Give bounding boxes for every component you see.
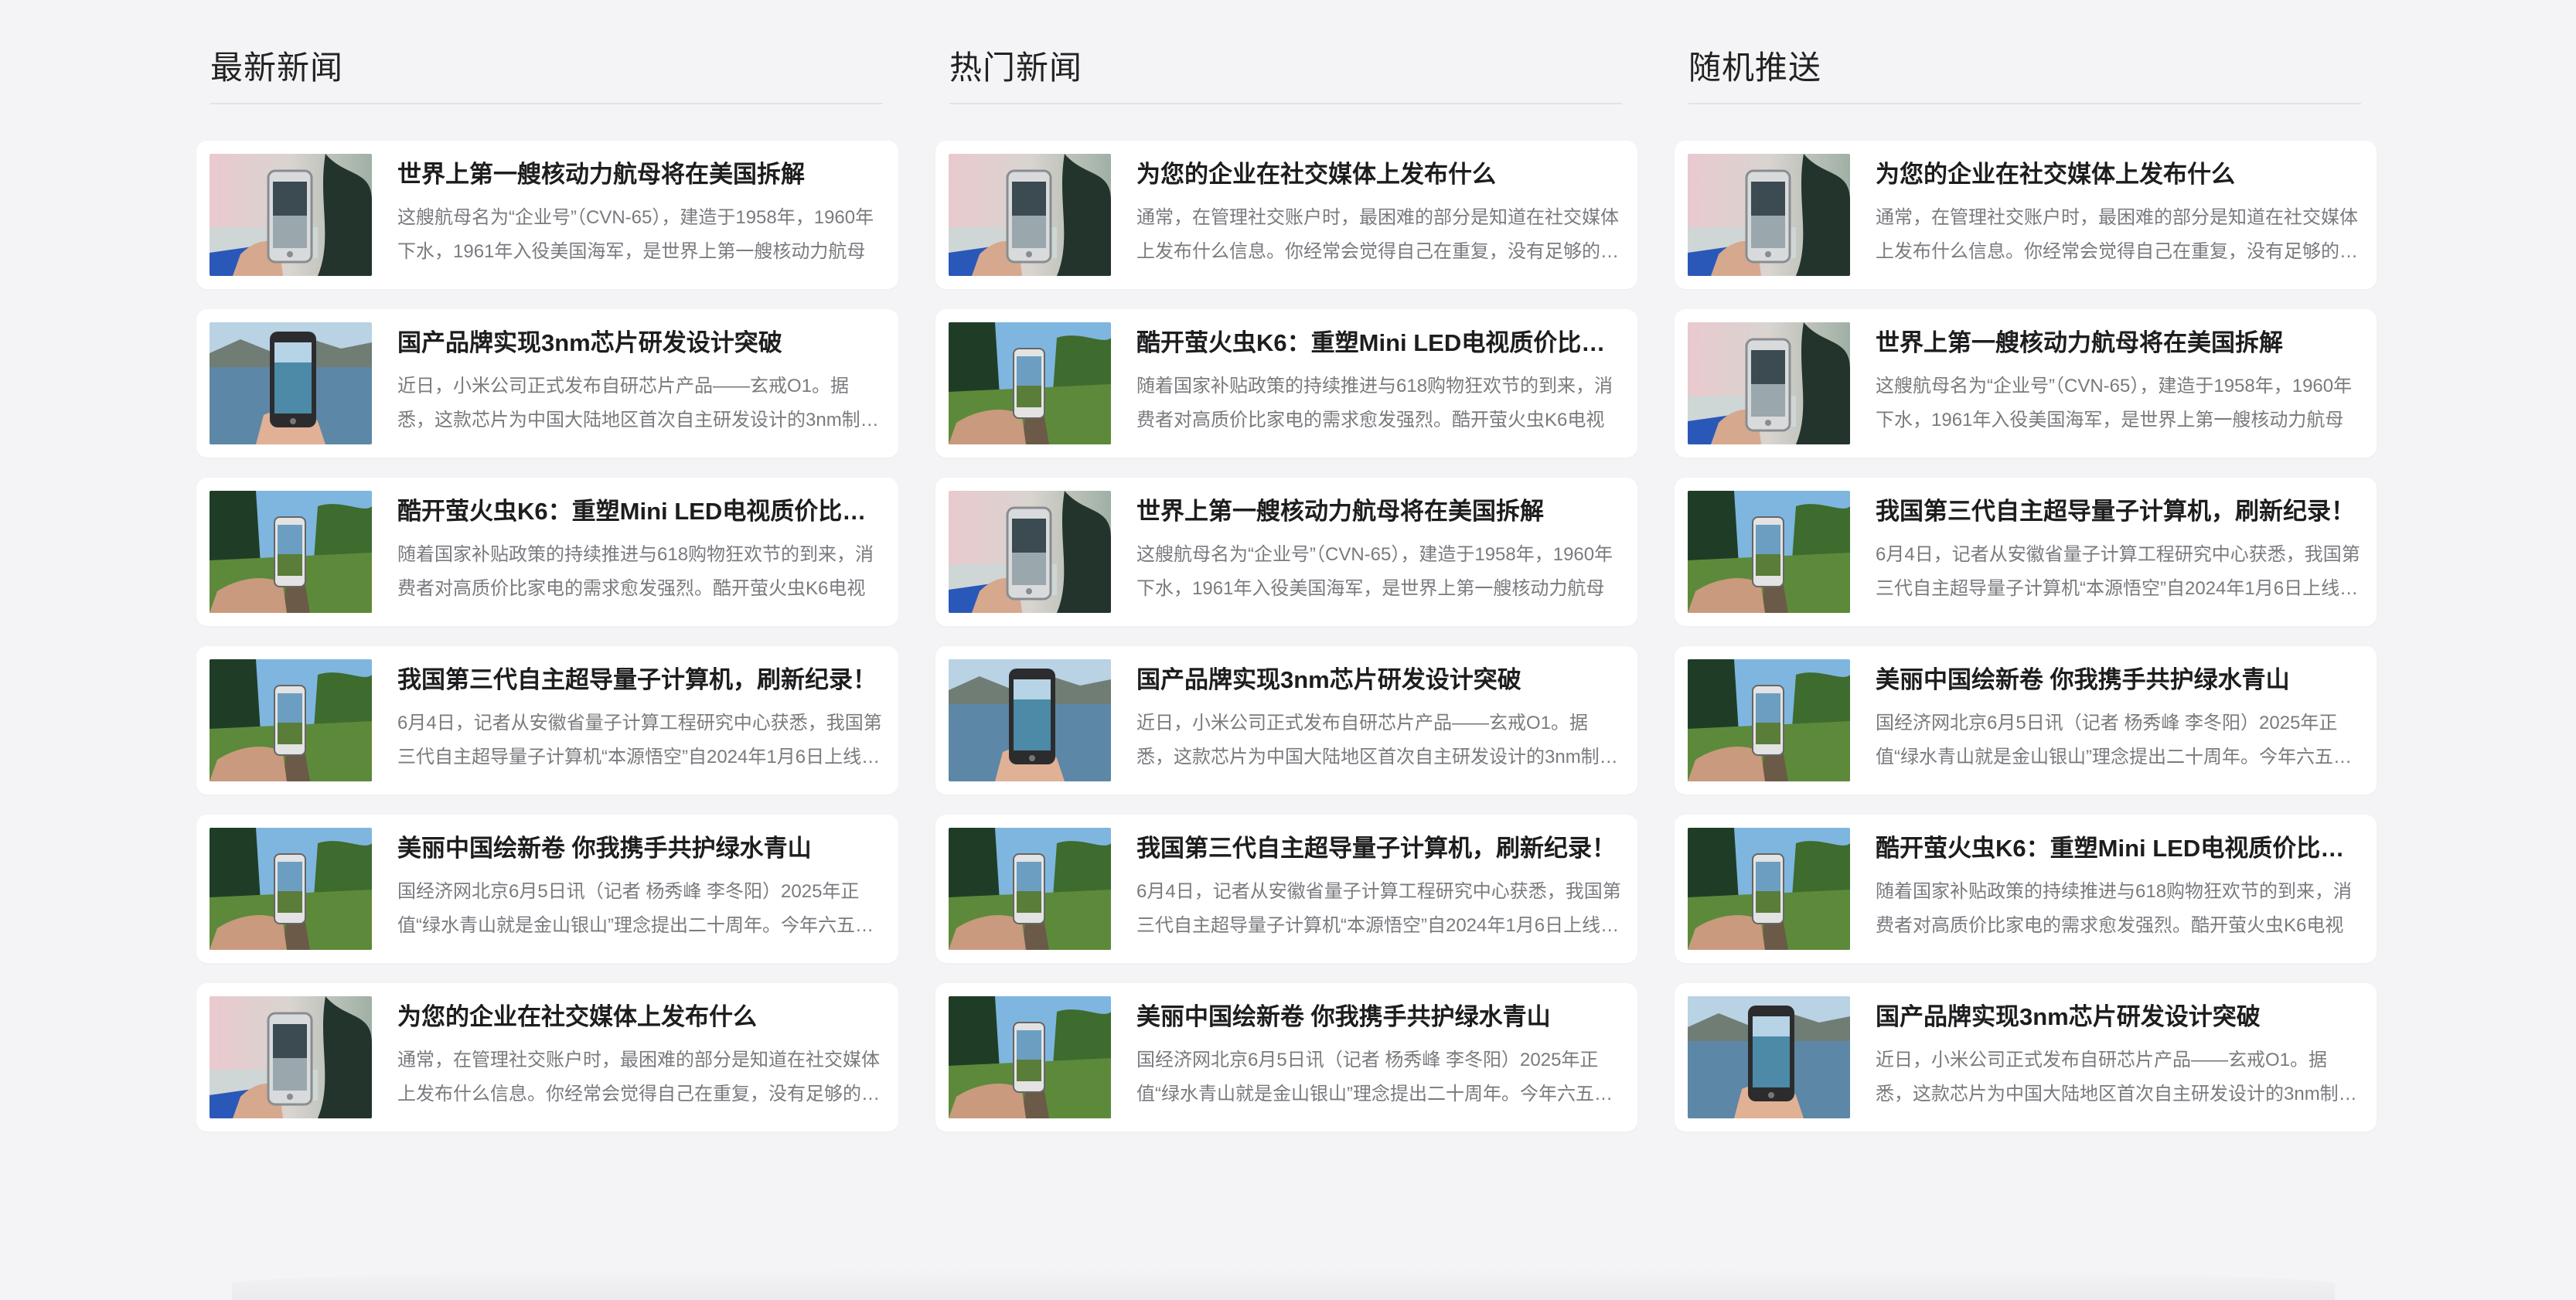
news-card[interactable]: 世界上第一艘核动力航母将在美国拆解 这艘航母名为“企业号”（CVN-65），建造… bbox=[1675, 309, 2377, 458]
news-thumbnail[interactable] bbox=[1688, 491, 1850, 613]
news-title[interactable]: 我国第三代自主超导量子计算机，刷新纪录！ bbox=[397, 663, 877, 697]
news-title[interactable]: 美丽中国绘新卷 你我携手共护绿水青山 bbox=[397, 832, 877, 866]
news-thumbnail[interactable] bbox=[1688, 659, 1850, 781]
news-title[interactable]: 酷开萤火虫K6：重塑Mini LED电视质价比新标杆 bbox=[1136, 326, 1616, 360]
column-title: 热门新闻 bbox=[949, 49, 1083, 86]
news-title[interactable]: 为您的企业在社交媒体上发布什么 bbox=[1136, 158, 1616, 192]
news-card[interactable]: 酷开萤火虫K6：重塑Mini LED电视质价比新标杆 随着国家补贴政策的持续推进… bbox=[935, 309, 1637, 458]
news-title[interactable]: 国产品牌实现3nm芯片研发设计突破 bbox=[1136, 663, 1616, 697]
news-title[interactable]: 美丽中国绘新卷 你我携手共护绿水青山 bbox=[1136, 1000, 1616, 1034]
news-summary: 这艘航母名为“企业号”（CVN-65），建造于1958年，1960年下水，196… bbox=[397, 207, 874, 262]
news-card[interactable]: 我国第三代自主超导量子计算机，刷新纪录！ 6月4日，记者从安徽省量子计算工程研究… bbox=[935, 815, 1637, 963]
news-summary: 通常，在管理社交账户时，最困难的部分是知道在社交媒体上发布什么信息。你经常会觉得… bbox=[397, 1050, 880, 1104]
news-title[interactable]: 我国第三代自主超导量子计算机，刷新纪录！ bbox=[1876, 495, 2355, 529]
news-title[interactable]: 美丽中国绘新卷 你我携手共护绿水青山 bbox=[1876, 663, 2355, 697]
news-summary: 国经济网北京6月5日讯（记者 杨秀峰 李冬阳）2025年正值“绿水青山就是金山银… bbox=[1876, 713, 2352, 767]
news-card[interactable]: 酷开萤火虫K6：重塑Mini LED电视质价比新标杆 随着国家补贴政策的持续推进… bbox=[1675, 815, 2377, 963]
column-divider bbox=[1688, 103, 2361, 104]
news-thumbnail[interactable] bbox=[949, 322, 1111, 444]
news-thumbnail[interactable] bbox=[1688, 322, 1850, 444]
news-title[interactable]: 为您的企业在社交媒体上发布什么 bbox=[397, 1000, 877, 1034]
news-summary: 这艘航母名为“企业号”（CVN-65），建造于1958年，1960年下水，196… bbox=[1136, 544, 1613, 599]
news-thumbnail[interactable] bbox=[210, 828, 372, 950]
news-card[interactable]: 我国第三代自主超导量子计算机，刷新纪录！ 6月4日，记者从安徽省量子计算工程研究… bbox=[196, 646, 898, 795]
column-divider bbox=[949, 103, 1622, 104]
news-thumbnail[interactable] bbox=[210, 659, 372, 781]
news-title[interactable]: 酷开萤火虫K6：重塑Mini LED电视质价比新标杆 bbox=[397, 495, 877, 529]
news-card[interactable]: 为您的企业在社交媒体上发布什么 通常，在管理社交账户时，最困难的部分是知道在社交… bbox=[935, 141, 1637, 289]
news-card[interactable]: 美丽中国绘新卷 你我携手共护绿水青山 国经济网北京6月5日讯（记者 杨秀峰 李冬… bbox=[196, 815, 898, 963]
news-title[interactable]: 世界上第一艘核动力航母将在美国拆解 bbox=[1876, 326, 2355, 360]
news-card[interactable]: 酷开萤火虫K6：重塑Mini LED电视质价比新标杆 随着国家补贴政策的持续推进… bbox=[196, 478, 898, 626]
news-summary: 6月4日，记者从安徽省量子计算工程研究中心获悉，我国第三代自主超导量子计算机“本… bbox=[1876, 544, 2360, 599]
news-card[interactable]: 为您的企业在社交媒体上发布什么 通常，在管理社交账户时，最困难的部分是知道在社交… bbox=[1675, 141, 2377, 289]
news-title[interactable]: 国产品牌实现3nm芯片研发设计突破 bbox=[1876, 1000, 2355, 1034]
news-summary: 国经济网北京6月5日讯（记者 杨秀峰 李冬阳）2025年正值“绿水青山就是金山银… bbox=[397, 881, 874, 936]
news-columns: 最新新闻 世界上第一艘核动力航母将在美国拆解 这艘航母名为“企业号”（CVN-6… bbox=[196, 0, 2377, 1159]
news-thumbnail[interactable] bbox=[949, 828, 1111, 950]
news-summary: 国经济网北京6月5日讯（记者 杨秀峰 李冬阳）2025年正值“绿水青山就是金山银… bbox=[1136, 1050, 1613, 1104]
news-card[interactable]: 我国第三代自主超导量子计算机，刷新纪录！ 6月4日，记者从安徽省量子计算工程研究… bbox=[1675, 478, 2377, 626]
news-title[interactable]: 酷开萤火虫K6：重塑Mini LED电视质价比新标杆 bbox=[1876, 832, 2355, 866]
news-thumbnail[interactable] bbox=[949, 154, 1111, 276]
news-thumbnail[interactable] bbox=[1688, 996, 1850, 1118]
news-card[interactable]: 世界上第一艘核动力航母将在美国拆解 这艘航母名为“企业号”（CVN-65），建造… bbox=[196, 141, 898, 289]
news-summary: 6月4日，记者从安徽省量子计算工程研究中心获悉，我国第三代自主超导量子计算机“本… bbox=[397, 713, 882, 767]
news-card[interactable]: 国产品牌实现3nm芯片研发设计突破 近日，小米公司正式发布自研芯片产品——玄戒O… bbox=[1675, 983, 2377, 1132]
news-card[interactable]: 美丽中国绘新卷 你我携手共护绿水青山 国经济网北京6月5日讯（记者 杨秀峰 李冬… bbox=[1675, 646, 2377, 795]
news-card[interactable]: 世界上第一艘核动力航母将在美国拆解 这艘航母名为“企业号”（CVN-65），建造… bbox=[935, 478, 1637, 626]
news-summary: 随着国家补贴政策的持续推进与618购物狂欢节的到来，消费者对高质价比家电的需求愈… bbox=[397, 544, 874, 599]
news-thumbnail[interactable] bbox=[1688, 154, 1850, 276]
news-summary: 随着国家补贴政策的持续推进与618购物狂欢节的到来，消费者对高质价比家电的需求愈… bbox=[1136, 376, 1613, 430]
news-thumbnail[interactable] bbox=[949, 659, 1111, 781]
news-thumbnail[interactable] bbox=[210, 322, 372, 444]
news-summary: 近日，小米公司正式发布自研芯片产品——玄戒O1。据悉，这款芯片为中国大陆地区首次… bbox=[1876, 1050, 2357, 1104]
column-divider bbox=[210, 103, 883, 104]
news-title[interactable]: 世界上第一艘核动力航母将在美国拆解 bbox=[1136, 495, 1616, 529]
news-card[interactable]: 为您的企业在社交媒体上发布什么 通常，在管理社交账户时，最困难的部分是知道在社交… bbox=[196, 983, 898, 1132]
news-card[interactable]: 国产品牌实现3nm芯片研发设计突破 近日，小米公司正式发布自研芯片产品——玄戒O… bbox=[196, 309, 898, 458]
news-thumbnail[interactable] bbox=[210, 491, 372, 613]
column-title: 随机推送 bbox=[1688, 49, 1822, 86]
footer-shadow bbox=[232, 1268, 2335, 1300]
news-summary: 随着国家补贴政策的持续推进与618购物狂欢节的到来，消费者对高质价比家电的需求愈… bbox=[1876, 881, 2353, 936]
news-summary: 通常，在管理社交账户时，最困难的部分是知道在社交媒体上发布什么信息。你经常会觉得… bbox=[1136, 207, 1619, 262]
news-card[interactable]: 美丽中国绘新卷 你我携手共护绿水青山 国经济网北京6月5日讯（记者 杨秀峰 李冬… bbox=[935, 983, 1637, 1132]
news-summary: 6月4日，记者从安徽省量子计算工程研究中心获悉，我国第三代自主超导量子计算机“本… bbox=[1136, 881, 1621, 936]
news-title[interactable]: 国产品牌实现3nm芯片研发设计突破 bbox=[397, 326, 877, 360]
news-thumbnail[interactable] bbox=[949, 996, 1111, 1118]
news-title[interactable]: 我国第三代自主超导量子计算机，刷新纪录！ bbox=[1136, 832, 1616, 866]
news-card[interactable]: 国产品牌实现3nm芯片研发设计突破 近日，小米公司正式发布自研芯片产品——玄戒O… bbox=[935, 646, 1637, 795]
column-title: 最新新闻 bbox=[210, 49, 344, 86]
news-title[interactable]: 为您的企业在社交媒体上发布什么 bbox=[1876, 158, 2355, 192]
news-thumbnail[interactable] bbox=[210, 154, 372, 276]
news-thumbnail[interactable] bbox=[1688, 828, 1850, 950]
news-summary: 近日，小米公司正式发布自研芯片产品——玄戒O1。据悉，这款芯片为中国大陆地区首次… bbox=[1136, 713, 1618, 767]
news-summary: 这艘航母名为“企业号”（CVN-65），建造于1958年，1960年下水，196… bbox=[1876, 376, 2353, 430]
news-thumbnail[interactable] bbox=[949, 491, 1111, 613]
news-summary: 通常，在管理社交账户时，最困难的部分是知道在社交媒体上发布什么信息。你经常会觉得… bbox=[1876, 207, 2358, 262]
news-summary: 近日，小米公司正式发布自研芯片产品——玄戒O1。据悉，这款芯片为中国大陆地区首次… bbox=[397, 376, 879, 430]
news-thumbnail[interactable] bbox=[210, 996, 372, 1118]
news-title[interactable]: 世界上第一艘核动力航母将在美国拆解 bbox=[397, 158, 877, 192]
